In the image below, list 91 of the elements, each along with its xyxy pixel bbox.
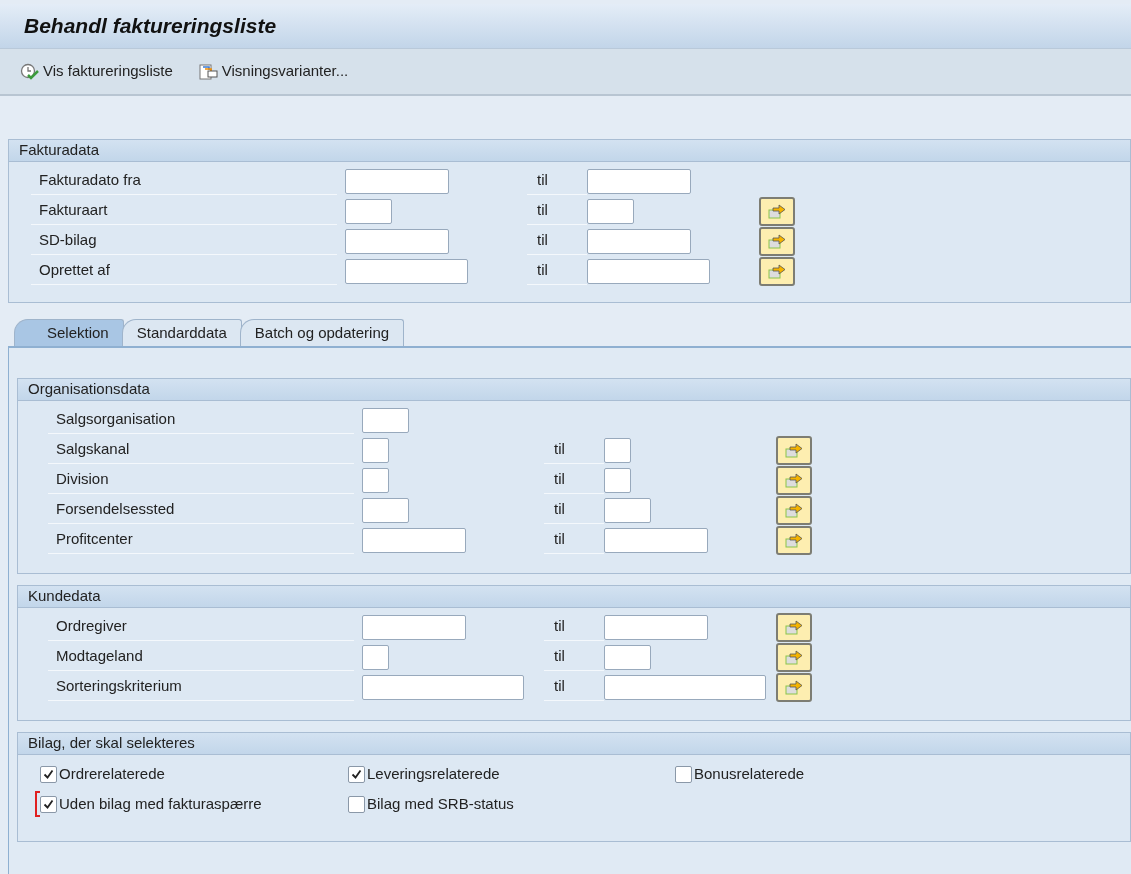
arrow-icon [784,532,804,548]
checkbox-label: Ordrerelaterede [58,763,165,784]
input-field[interactable] [362,527,466,553]
multiple-selection-button[interactable] [776,465,812,495]
multiple-selection-button[interactable] [776,495,812,525]
field-label: Fakturaart [38,200,108,221]
field-label: til [553,676,565,697]
clock-check-icon [20,62,40,81]
field-label: SD-bilag [38,230,97,251]
field-label: Salgsorganisation [55,409,176,430]
checkbox[interactable] [348,795,365,813]
checkbox-label: Bonusrelaterede [693,763,805,784]
input-field[interactable] [587,168,691,194]
field-label: Forsendelsessted [55,499,175,520]
tab[interactable]: Selektion [14,319,124,346]
checkmark-icon [43,768,54,780]
checkbox[interactable] [348,765,365,783]
tab[interactable]: Standarddata [121,319,242,346]
field-label: til [536,200,548,221]
checkbox-label: Leveringsrelaterede [366,763,500,784]
input-field[interactable] [362,407,409,433]
multiple-selection-button[interactable] [776,435,812,465]
field-label: til [553,616,565,637]
input-field[interactable] [587,198,634,224]
input-field[interactable] [362,674,524,700]
input-field[interactable] [587,258,710,284]
arrow-icon [767,203,787,219]
window-title: Behandl faktureringsliste [23,13,277,40]
field-label: til [553,646,565,667]
checkmark-icon [351,768,362,780]
group-title: Bilag, der skal selekteres [27,733,195,754]
input-field[interactable] [362,437,389,463]
field-label: til [553,529,565,550]
input-field[interactable] [604,467,631,493]
checkbox[interactable] [40,765,57,783]
checkbox-label: Uden bilag med fakturaspærre [58,793,262,814]
multiple-selection-button[interactable] [776,672,812,702]
multiple-selection-button[interactable] [776,525,812,555]
checkbox-label: Bilag med SRB-status [366,793,514,814]
input-field[interactable] [345,258,468,284]
multiple-selection-button[interactable] [776,642,812,672]
group-title: Organisationsdata [27,379,150,400]
input-field[interactable] [362,644,389,670]
arrow-icon [784,442,804,458]
arrow-icon [767,233,787,249]
multiple-selection-button[interactable] [759,196,795,226]
arrow-icon [784,679,804,695]
field-label: Ordregiver [55,616,127,637]
input-field[interactable] [604,614,708,640]
arrow-icon [767,263,787,279]
field-label: Modtageland [55,646,143,667]
multiple-selection-button[interactable] [759,256,795,286]
input-field[interactable] [362,614,466,640]
input-field[interactable] [604,437,631,463]
input-field[interactable] [587,228,691,254]
checkbox[interactable] [675,765,692,783]
multiple-selection-button[interactable] [776,612,812,642]
field-label: til [553,439,565,460]
layout-variants-icon [198,62,219,81]
input-field[interactable] [604,644,651,670]
field-label: til [553,499,565,520]
arrow-icon [784,502,804,518]
input-field[interactable] [362,467,389,493]
field-label: til [536,230,548,251]
arrow-icon [784,619,804,635]
field-label: Division [55,469,109,490]
checkmark-icon [43,798,54,810]
group-title: Kundedata [27,586,101,607]
input-field[interactable] [604,674,766,700]
arrow-icon [784,472,804,488]
field-label: Sorteringskriterium [55,676,182,697]
input-field[interactable] [604,527,708,553]
arrow-icon [784,649,804,665]
input-field[interactable] [345,228,449,254]
field-label: Fakturadato fra [38,170,141,191]
field-label: Profitcenter [55,529,133,550]
toolbar-button[interactable]: Visningsvarianter... [198,60,349,83]
multiple-selection-button[interactable] [759,226,795,256]
tab[interactable]: Batch og opdatering [239,319,405,346]
field-label: til [553,469,565,490]
toolbar-button[interactable]: Vis faktureringsliste [20,60,173,83]
input-field[interactable] [604,497,651,523]
input-field[interactable] [362,497,409,523]
input-field[interactable] [345,168,449,194]
input-field[interactable] [345,198,392,224]
group-title: Fakturadata [18,140,100,161]
field-label: til [536,260,548,281]
field-label: Oprettet af [38,260,110,281]
checkbox[interactable] [40,795,57,813]
field-label: Salgskanal [55,439,130,460]
field-label: til [536,170,548,191]
